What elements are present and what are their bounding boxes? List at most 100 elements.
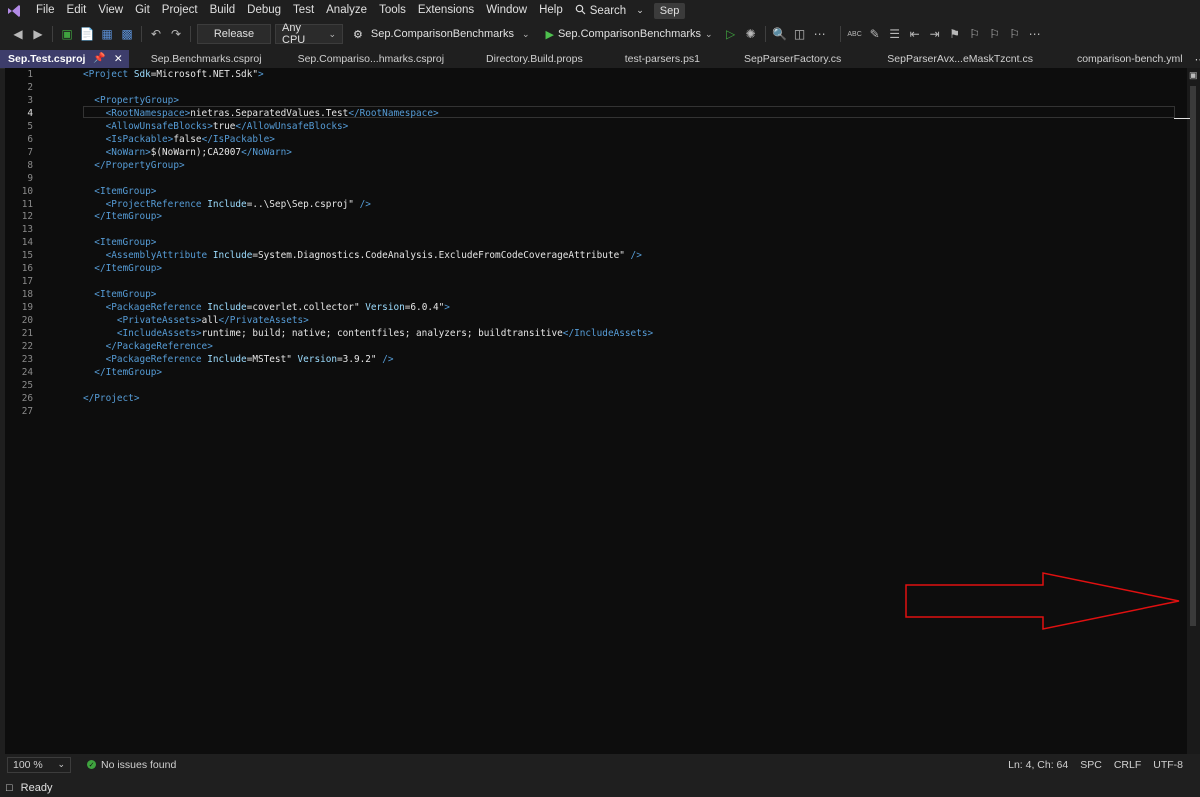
code-line[interactable]: <PrivateAssets>all</PrivateAssets> xyxy=(83,315,309,328)
code-line[interactable]: <RootNamespace>nietras.SeparatedValues.T… xyxy=(83,108,439,121)
split-editor-icon[interactable]: ▣ xyxy=(1189,70,1198,81)
code-line[interactable]: <NoWarn>$(NoWarn);CA2007</NoWarn> xyxy=(83,147,292,160)
tab-sep-test-csproj[interactable]: Sep.Test.csproj 📌 ✕ xyxy=(0,50,129,68)
startup-project-dropdown[interactable]: ⚙ Sep.ComparisonBenchmarks ⌄ xyxy=(347,25,536,43)
line-number: 15 xyxy=(21,250,33,262)
line-number: 6 xyxy=(27,133,33,145)
search-label: Search xyxy=(589,4,627,17)
tab-sep-parser-factory-cs[interactable]: SepParserFactory.cs xyxy=(736,50,849,68)
issues-indicator[interactable]: ✓ No issues found xyxy=(87,759,176,771)
tab-sep-comparison-benchmarks-csproj[interactable]: Sep.Compariso...hmarks.csproj xyxy=(290,50,452,68)
code-line[interactable]: <PackageReference Include=MSTest" Versio… xyxy=(83,354,394,367)
toolbar-separator xyxy=(52,26,53,42)
hot-reload-icon[interactable]: ✺ xyxy=(741,24,761,44)
uncomment-icon[interactable]: ☰ xyxy=(885,24,905,44)
increase-indent-icon[interactable]: ⇥ xyxy=(925,24,945,44)
code-line[interactable]: </ItemGroup> xyxy=(83,263,162,276)
line-number: 5 xyxy=(27,120,33,132)
scrollbar-thumb[interactable] xyxy=(1190,86,1196,626)
comment-icon[interactable]: ✎ xyxy=(865,24,885,44)
code-line[interactable]: </ItemGroup> xyxy=(83,211,162,224)
menu-extensions[interactable]: Extensions xyxy=(412,0,480,21)
save-all-icon[interactable]: ▩ xyxy=(117,24,137,44)
tab-comparison-bench-yml[interactable]: comparison-bench.yml xyxy=(1069,50,1191,68)
menu-file[interactable]: File xyxy=(30,0,61,21)
tab-sep-benchmarks-csproj[interactable]: Sep.Benchmarks.csproj xyxy=(143,50,270,68)
run-button[interactable]: ▶ Sep.ComparisonBenchmarks ⌄ xyxy=(540,25,719,43)
line-number: 25 xyxy=(21,379,33,391)
file-encoding[interactable]: UTF-8 xyxy=(1153,759,1183,771)
platform-dropdown[interactable]: Any CPU ⌄ xyxy=(275,22,343,46)
cursor-position[interactable]: Ln: 4, Ch: 64 xyxy=(1008,759,1068,771)
code-editor[interactable]: 1 <Project Sdk=Microsoft.NET.Sdk"> 2 3 <Pro… xyxy=(5,68,1187,754)
chevron-down-icon: ⌄ xyxy=(521,28,530,39)
menu-view[interactable]: View xyxy=(92,0,129,21)
undo-icon[interactable]: ↶ xyxy=(146,24,166,44)
zoom-dropdown[interactable]: 100 % ⌄ xyxy=(7,756,71,773)
solution-name-badge[interactable]: Sep xyxy=(653,2,686,19)
tab-overflow-icon[interactable]: ⋯ xyxy=(1191,53,1200,66)
line-number: 9 xyxy=(27,172,33,184)
menu-project[interactable]: Project xyxy=(156,0,204,21)
line-number: 12 xyxy=(21,211,33,223)
tab-test-parsers-ps1[interactable]: test-parsers.ps1 xyxy=(617,50,708,68)
line-number: 11 xyxy=(21,198,33,210)
code-line[interactable]: <IsPackable>false</IsPackable> xyxy=(83,134,275,147)
code-line[interactable]: <AssemblyAttribute Include=System.Diagno… xyxy=(83,250,642,263)
save-icon[interactable]: ▦ xyxy=(97,24,117,44)
line-number: 17 xyxy=(21,276,33,288)
search-box[interactable]: Search ⌄ xyxy=(575,4,644,18)
navigate-back-icon[interactable]: ◀ xyxy=(8,24,28,44)
bookmark-icon[interactable]: ⚑ xyxy=(945,24,965,44)
find-in-files-icon[interactable]: 🔍 xyxy=(770,24,790,44)
visual-studio-logo-icon[interactable] xyxy=(6,3,22,19)
more-options-icon[interactable]: ⋯ xyxy=(810,24,830,44)
new-project-icon[interactable]: ▣ xyxy=(57,24,77,44)
menu-window[interactable]: Window xyxy=(480,0,533,21)
code-line[interactable]: </ItemGroup> xyxy=(83,367,162,380)
menu-tools[interactable]: Tools xyxy=(373,0,412,21)
menu-git[interactable]: Git xyxy=(129,0,156,21)
code-line[interactable]: <IncludeAssets>runtime; build; native; c… xyxy=(83,328,653,341)
toolbar-separator xyxy=(839,26,841,42)
code-line[interactable]: <Project Sdk=Microsoft.NET.Sdk"> xyxy=(83,69,264,82)
app-status-text: Ready xyxy=(20,782,53,794)
menu-help[interactable]: Help xyxy=(533,0,569,21)
solution-explorer-icon[interactable]: ◫ xyxy=(790,24,810,44)
indent-mode[interactable]: SPC xyxy=(1080,759,1102,771)
code-line[interactable]: <ItemGroup> xyxy=(83,186,156,199)
code-line[interactable]: <ProjectReference Include=..\Sep\Sep.csp… xyxy=(83,199,371,212)
code-line[interactable]: <PackageReference Include=coverlet.colle… xyxy=(83,302,450,315)
code-line[interactable]: <ItemGroup> xyxy=(83,289,156,302)
redo-icon[interactable]: ↷ xyxy=(166,24,186,44)
start-without-debugging-icon[interactable]: ▷ xyxy=(721,24,741,44)
code-line[interactable]: <AllowUnsafeBlocks>true</AllowUnsafeBloc… xyxy=(83,121,349,134)
spell-check-icon[interactable]: ABC xyxy=(845,24,865,44)
tab-sep-parser-avx-cs[interactable]: SepParserAvx...eMaskTzcnt.cs xyxy=(879,50,1041,68)
configuration-dropdown[interactable]: Release xyxy=(197,24,271,44)
line-number: 13 xyxy=(21,224,33,236)
code-line[interactable]: </PropertyGroup> xyxy=(83,160,184,173)
code-line[interactable]: <PropertyGroup> xyxy=(83,95,179,108)
menu-analyze[interactable]: Analyze xyxy=(320,0,373,21)
next-bookmark-icon[interactable]: ⚐ xyxy=(985,24,1005,44)
menu-edit[interactable]: Edit xyxy=(61,0,93,21)
tab-directory-build-props[interactable]: Directory.Build.props xyxy=(478,50,591,68)
close-icon[interactable]: ✕ xyxy=(114,50,123,68)
output-window-icon[interactable]: □ xyxy=(6,782,13,794)
code-line[interactable]: <ItemGroup> xyxy=(83,237,156,250)
open-file-icon[interactable]: 📄 xyxy=(77,24,97,44)
pin-icon[interactable]: 📌 xyxy=(93,50,105,68)
menu-test[interactable]: Test xyxy=(287,0,320,21)
previous-bookmark-icon[interactable]: ⚐ xyxy=(965,24,985,44)
navigate-forward-icon[interactable]: ▶ xyxy=(28,24,48,44)
menu-build[interactable]: Build xyxy=(204,0,242,21)
more-options-icon[interactable]: ⋯ xyxy=(1025,24,1045,44)
clear-bookmarks-icon[interactable]: ⚐ xyxy=(1005,24,1025,44)
menu-debug[interactable]: Debug xyxy=(241,0,287,21)
startup-project-value: Sep.ComparisonBenchmarks xyxy=(370,28,514,40)
code-line[interactable]: </PackageReference> xyxy=(83,341,213,354)
line-ending[interactable]: CRLF xyxy=(1114,759,1141,771)
code-line[interactable]: </Project> xyxy=(83,393,139,406)
decrease-indent-icon[interactable]: ⇤ xyxy=(905,24,925,44)
